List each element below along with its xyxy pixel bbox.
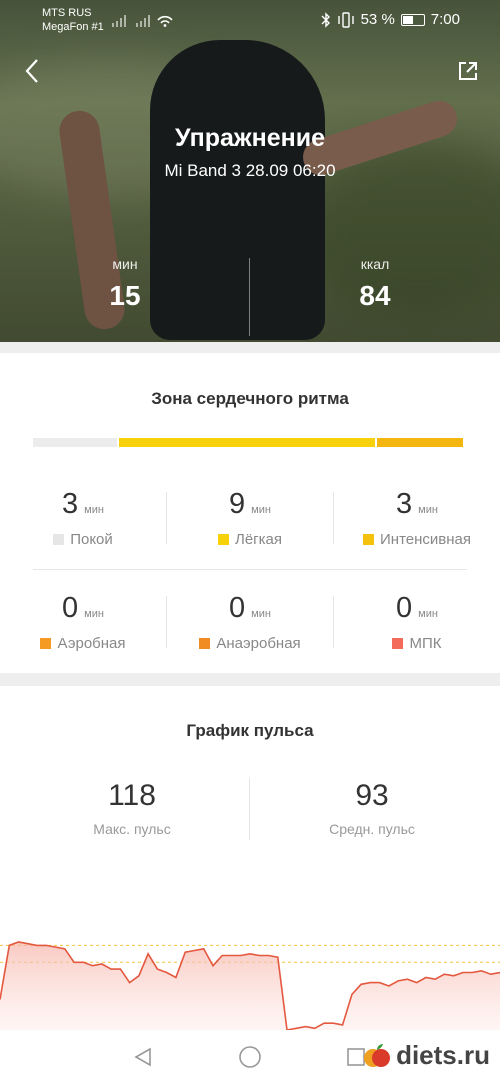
zone-swatch bbox=[53, 534, 65, 545]
pulse-area bbox=[0, 942, 500, 1030]
apple-logo-icon bbox=[364, 1043, 391, 1067]
share-icon bbox=[459, 62, 477, 80]
clock: 7:00 bbox=[430, 11, 460, 28]
circle-home-icon bbox=[239, 1046, 261, 1068]
zone-divider bbox=[333, 596, 334, 648]
zone-name: МПК bbox=[409, 635, 442, 652]
duration-value: 15 bbox=[109, 280, 141, 311]
zone-rest: 3 мин Покой bbox=[0, 488, 166, 548]
carrier-name-2: MegaFon #1 bbox=[42, 21, 104, 33]
pulse-title: График пульса bbox=[186, 721, 314, 740]
nav-home-button[interactable] bbox=[235, 1042, 265, 1072]
max-pulse-value: 118 bbox=[108, 779, 156, 812]
calories-label: ккал bbox=[360, 256, 390, 272]
max-pulse-stat: 118 Макс. пульс bbox=[7, 779, 257, 837]
zone-light: 9 мин Лёгкая bbox=[167, 488, 333, 548]
zone-name: Анаэробная bbox=[216, 635, 301, 652]
avg-pulse-value: 93 bbox=[355, 779, 389, 812]
duration-label: мин bbox=[112, 256, 138, 272]
signal-icon bbox=[112, 15, 173, 27]
zone-aerobic: 0 мин Аэробная bbox=[0, 592, 166, 652]
zone-vo2max: 0 мин МПК bbox=[334, 592, 500, 652]
back-button[interactable] bbox=[17, 56, 47, 86]
battery-percent: 53 % bbox=[360, 11, 395, 28]
zone-row-divider bbox=[33, 569, 467, 570]
stat-divider bbox=[249, 258, 250, 336]
zone-divider bbox=[166, 596, 167, 648]
zone-divider bbox=[333, 492, 334, 544]
zone-value: 9 bbox=[229, 488, 246, 520]
share-button[interactable] bbox=[453, 56, 483, 86]
zone-anaerobic: 0 мин Анаэробная bbox=[167, 592, 333, 652]
zone-name: Интенсивная bbox=[380, 531, 471, 548]
bluetooth-icon bbox=[321, 11, 330, 28]
zone-unit: мин bbox=[418, 608, 438, 620]
system-indicators: 53 % 7:00 bbox=[321, 11, 460, 28]
zone-value: 0 bbox=[396, 592, 413, 624]
watermark: diets.ru bbox=[362, 1040, 490, 1071]
heart-zone-title: Зона сердечного ритма bbox=[151, 389, 349, 408]
zone-bar-segment bbox=[377, 438, 463, 447]
zone-name: Аэробная bbox=[57, 635, 126, 652]
zone-value: 0 bbox=[229, 592, 246, 624]
triangle-back-icon bbox=[134, 1047, 151, 1067]
zone-unit: мин bbox=[251, 608, 271, 620]
zone-bar-segment bbox=[33, 438, 117, 447]
calories-stat: ккал 84 bbox=[325, 256, 425, 312]
workout-device-date: Mi Band 3 28.09 06:20 bbox=[164, 161, 336, 180]
page-title: Упражнение bbox=[175, 124, 325, 152]
chevron-left-icon bbox=[25, 59, 38, 83]
zone-swatch bbox=[392, 638, 404, 649]
zone-unit: мин bbox=[84, 608, 104, 620]
zone-name: Лёгкая bbox=[234, 531, 282, 548]
zone-value: 3 bbox=[62, 488, 79, 520]
zone-swatch bbox=[217, 534, 229, 545]
workout-hero-banner: MTS RUS MegaFon #1 53 % 7:00 Упражнение bbox=[0, 0, 500, 342]
zone-unit: мин bbox=[418, 504, 438, 516]
pulse-chart bbox=[0, 941, 500, 1030]
zone-swatch bbox=[363, 534, 374, 545]
avg-pulse-stat: 93 Средн. пульс bbox=[247, 779, 497, 837]
watermark-text: diets.ru bbox=[396, 1040, 490, 1070]
zone-name: Покой bbox=[70, 531, 113, 548]
zone-swatch bbox=[199, 638, 211, 649]
zone-intensive: 3 мин Интенсивная bbox=[334, 488, 500, 548]
zone-unit: мин bbox=[251, 504, 271, 516]
zone-bar-segment bbox=[119, 438, 375, 447]
status-bar: MTS RUS MegaFon #1 53 % 7:00 bbox=[0, 0, 500, 40]
battery-icon bbox=[400, 13, 425, 26]
zone-unit: мин bbox=[84, 504, 104, 516]
vibrate-icon bbox=[337, 11, 354, 28]
calories-value: 84 bbox=[359, 280, 391, 311]
max-pulse-label: Макс. пульс bbox=[93, 821, 171, 837]
zone-value: 3 bbox=[396, 488, 413, 520]
nav-back-button[interactable] bbox=[128, 1042, 158, 1072]
zone-swatch bbox=[40, 638, 52, 649]
duration-stat: мин 15 bbox=[75, 256, 175, 312]
avg-pulse-label: Средн. пульс bbox=[329, 821, 415, 837]
zone-value: 0 bbox=[62, 592, 79, 624]
zone-divider bbox=[166, 492, 167, 544]
carrier-name-1: MTS RUS bbox=[42, 7, 92, 19]
